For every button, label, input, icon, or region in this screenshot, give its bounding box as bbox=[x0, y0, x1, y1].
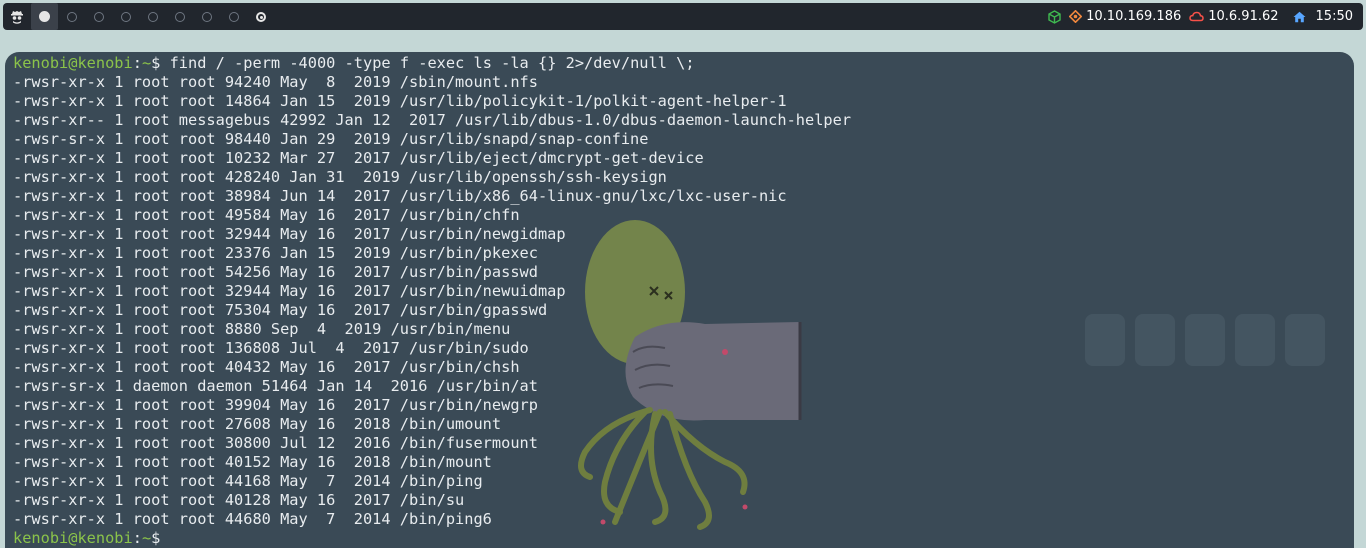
output-line: -rwsr-xr-x 1 root root 44168 May 7 2014 … bbox=[13, 472, 483, 490]
vpn-ip-text: 10.6.91.62 bbox=[1208, 9, 1279, 24]
workspace-7-button[interactable] bbox=[193, 3, 220, 30]
circle-icon bbox=[228, 11, 239, 22]
prompt-separator: : bbox=[132, 529, 142, 547]
circle-icon bbox=[201, 11, 212, 22]
command-line: kenobi@kenobi:~$ find / -perm -4000 -typ… bbox=[13, 54, 851, 73]
workspace-2-button[interactable] bbox=[58, 3, 85, 30]
prompt-symbol: $ bbox=[151, 529, 161, 547]
cloud-icon bbox=[1189, 11, 1204, 22]
workspace-9-button[interactable] bbox=[247, 3, 274, 30]
output-line: -rwsr-xr-x 1 root root 136808 Jul 4 2017… bbox=[13, 339, 529, 357]
output-line: -rwsr-sr-x 1 daemon daemon 51464 Jan 14 … bbox=[13, 377, 538, 395]
status-area: 10.10.169.186 10.6.91.62 15:50 bbox=[1048, 3, 1353, 30]
workspace-8-button[interactable] bbox=[220, 3, 247, 30]
workspace-5-button[interactable] bbox=[139, 3, 166, 30]
terminal-window[interactable]: kenobi@kenobi:~$ find / -perm -4000 -typ… bbox=[5, 52, 1354, 548]
home-icon bbox=[1293, 11, 1306, 22]
clock-text: 15:50 bbox=[1315, 9, 1353, 24]
circle-icon bbox=[147, 11, 158, 22]
workspace-1-button[interactable] bbox=[31, 3, 58, 30]
prompt-path: ~ bbox=[141, 529, 152, 547]
prompt-symbol: $ bbox=[151, 54, 161, 72]
output-line: -rwsr-xr-x 1 root root 8880 Sep 4 2019 /… bbox=[13, 320, 511, 338]
circle-icon bbox=[120, 11, 131, 22]
output-line: -rwsr-xr-x 1 root root 39904 May 16 2017… bbox=[13, 396, 538, 414]
circle-icon bbox=[39, 11, 50, 22]
cube-icon bbox=[1048, 9, 1061, 24]
output-line: -rwsr-xr-x 1 root root 38984 Jun 14 2017… bbox=[13, 187, 787, 205]
top-bar: 10.10.169.186 10.6.91.62 15:50 bbox=[3, 3, 1363, 30]
workspace-list bbox=[31, 3, 274, 30]
circle-icon bbox=[66, 11, 77, 22]
prompt-path: ~ bbox=[141, 54, 152, 72]
output-line: -rwsr-xr-x 1 root root 75304 May 16 2017… bbox=[13, 301, 548, 319]
circle-icon bbox=[93, 11, 104, 22]
prompt-separator: : bbox=[132, 54, 142, 72]
circle-icon bbox=[174, 11, 185, 22]
workspace-3-button[interactable] bbox=[85, 3, 112, 30]
command-text: find / -perm -4000 -type f -exec ls -la … bbox=[160, 54, 695, 72]
output-line: -rwsr-sr-x 1 root root 98440 Jan 29 2019… bbox=[13, 130, 649, 148]
output-line: -rwsr-xr-x 1 root root 14864 Jan 15 2019… bbox=[13, 92, 787, 110]
prompt-user-host: kenobi@kenobi bbox=[13, 54, 133, 72]
output-line: -rwsr-xr-x 1 root root 23376 Jan 15 2019… bbox=[13, 244, 538, 262]
hacker-logo-icon[interactable] bbox=[3, 3, 31, 30]
current-prompt-line[interactable]: kenobi@kenobi:~$ bbox=[13, 529, 851, 548]
output-line: -rwsr-xr-x 1 root root 32944 May 16 2017… bbox=[13, 225, 566, 243]
output-line: -rwsr-xr-x 1 root root 30800 Jul 12 2016… bbox=[13, 434, 538, 452]
status-box bbox=[1048, 9, 1061, 24]
output-line: -rwsr-xr-x 1 root root 428240 Jan 31 201… bbox=[13, 168, 667, 186]
output-line: -rwsr-xr-- 1 root messagebus 42992 Jan 1… bbox=[13, 111, 852, 129]
workspace-6-button[interactable] bbox=[166, 3, 193, 30]
output-line: -rwsr-xr-x 1 root root 49584 May 16 2017… bbox=[13, 206, 520, 224]
workspace-4-button[interactable] bbox=[112, 3, 139, 30]
target-circle-icon bbox=[255, 11, 266, 22]
output-line: -rwsr-xr-x 1 root root 40432 May 16 2017… bbox=[13, 358, 520, 376]
output-line: -rwsr-xr-x 1 root root 94240 May 8 2019 … bbox=[13, 73, 538, 91]
output-line: -rwsr-xr-x 1 root root 27608 May 16 2018… bbox=[13, 415, 502, 433]
output-line: -rwsr-xr-x 1 root root 44680 May 7 2014 … bbox=[13, 510, 492, 528]
target-ip-status: 10.10.169.186 bbox=[1069, 9, 1181, 24]
output-line: -rwsr-xr-x 1 root root 10232 Mar 27 2017… bbox=[13, 149, 704, 167]
output-line: -rwsr-xr-x 1 root root 32944 May 16 2017… bbox=[13, 282, 566, 300]
output-line: -rwsr-xr-x 1 root root 54256 May 16 2017… bbox=[13, 263, 538, 281]
output-line: -rwsr-xr-x 1 root root 40152 May 16 2018… bbox=[13, 453, 492, 471]
target-ip-text: 10.10.169.186 bbox=[1086, 9, 1182, 24]
vpn-ip-status: 10.6.91.62 bbox=[1189, 9, 1279, 24]
target-icon bbox=[1069, 10, 1083, 23]
output-line: -rwsr-xr-x 1 root root 40128 May 16 2017… bbox=[13, 491, 465, 509]
prompt-user-host: kenobi@kenobi bbox=[13, 529, 133, 547]
clock-status: 15:50 bbox=[1293, 9, 1353, 24]
terminal-output[interactable]: kenobi@kenobi:~$ find / -perm -4000 -typ… bbox=[13, 54, 851, 548]
